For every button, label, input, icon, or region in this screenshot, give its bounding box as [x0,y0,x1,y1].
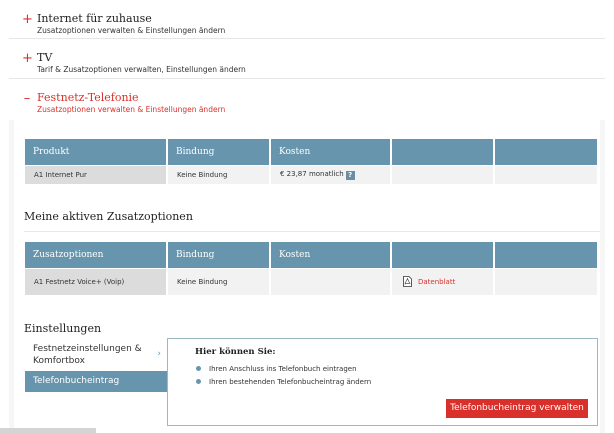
accordion: + Internet für zuhause Zusatzoptionen ve… [9,0,605,119]
settings-heading: Einstellungen [24,322,102,335]
list-item: Ihren Anschluss ins Telefonbuch eintrage… [196,365,357,374]
bullet-text: Ihren Anschluss ins Telefonbuch eintrage… [209,365,357,373]
column-header [494,242,597,268]
sidebar-item-festnetzeinstellungen[interactable]: Festnetzeinstellungen & Komfortbox › [25,339,167,371]
bullet-icon [196,379,201,384]
cost-value: € 23,87 monatlich [280,169,344,178]
addons-heading: Meine aktiven Zusatzoptionen [24,210,193,223]
chevron-right-icon: › [157,349,161,359]
column-header: Kosten [270,242,392,268]
column-header [494,139,597,165]
accordion-festnetz[interactable]: – Festnetz-Telefonie Zusatzoptionen verw… [9,79,605,119]
column-header [391,242,495,268]
accordion-subtitle: Tarif & Zusatzoptionen verwalten, Einste… [37,65,246,74]
accordion-tv[interactable]: + TV Tarif & Zusatzoptionen verwalten, E… [9,39,605,79]
table-row: A1 Internet Pur Keine Bindung € 23,87 mo… [25,164,597,184]
list-item: Ihren bestehenden Telefonbucheintrag änd… [196,378,371,387]
accordion-subtitle: Zusatzoptionen verwalten & Einstellungen… [37,105,226,114]
column-header: Kosten [270,139,392,165]
empty-cell [494,164,597,184]
table-header-row: Produkt Bindung Kosten [25,139,597,165]
accordion-internet[interactable]: + Internet für zuhause Zusatzoptionen ve… [9,0,605,39]
binding-cell: Keine Bindung [167,164,271,184]
column-header: Zusatzoptionen [25,242,168,268]
divider [24,231,600,232]
panel-heading: Hier können Sie: [195,347,276,357]
datasheet-cell: Datenblatt [391,267,495,295]
column-header [391,139,495,165]
column-header: Produkt [25,139,168,165]
empty-cell [494,267,597,295]
cost-cell [270,267,392,295]
help-icon[interactable]: ? [345,170,355,180]
accordion-title[interactable]: Festnetz-Telefonie [37,91,139,104]
product-cell: A1 Internet Pur [25,164,168,184]
status-strip [0,428,96,433]
column-header: Bindung [167,139,271,165]
sidebar-item-label: Festnetzeinstellungen & Komfortbox [33,344,142,366]
column-header: Bindung [167,242,271,268]
accordion-title[interactable]: Internet für zuhause [37,12,152,25]
datasheet-link[interactable]: Datenblatt [418,278,455,286]
expand-plus-icon[interactable]: + [22,52,33,66]
manage-phonebook-button[interactable]: Telefonbucheintrag verwalten [446,399,588,418]
sidebar-item-label: Telefonbucheintrag [33,376,120,386]
addon-name-cell: A1 Festnetz Voice+ (Voip) [25,267,168,295]
collapse-minus-icon[interactable]: – [22,92,32,106]
empty-cell [391,164,495,184]
cost-cell: € 23,87 monatlich? [270,164,392,184]
accordion-title[interactable]: TV [37,51,52,64]
bullet-icon [196,366,201,371]
pdf-icon[interactable] [403,276,412,288]
accordion-subtitle: Zusatzoptionen verwalten & Einstellungen… [37,26,226,35]
addons-table: Zusatzoptionen Bindung Kosten A1 Festnet… [25,242,597,295]
sidebar-item-telefonbucheintrag[interactable]: Telefonbucheintrag [25,371,167,392]
table-header-row: Zusatzoptionen Bindung Kosten [25,242,597,268]
binding-cell: Keine Bindung [167,267,271,295]
settings-panel: Hier können Sie: Ihren Anschluss ins Tel… [167,338,598,426]
table-row: A1 Festnetz Voice+ (Voip) Keine Bindung … [25,267,597,295]
bullet-text: Ihren bestehenden Telefonbucheintrag änd… [209,378,372,386]
expand-plus-icon[interactable]: + [22,13,33,27]
product-table: Produkt Bindung Kosten A1 Internet Pur K… [25,139,597,184]
